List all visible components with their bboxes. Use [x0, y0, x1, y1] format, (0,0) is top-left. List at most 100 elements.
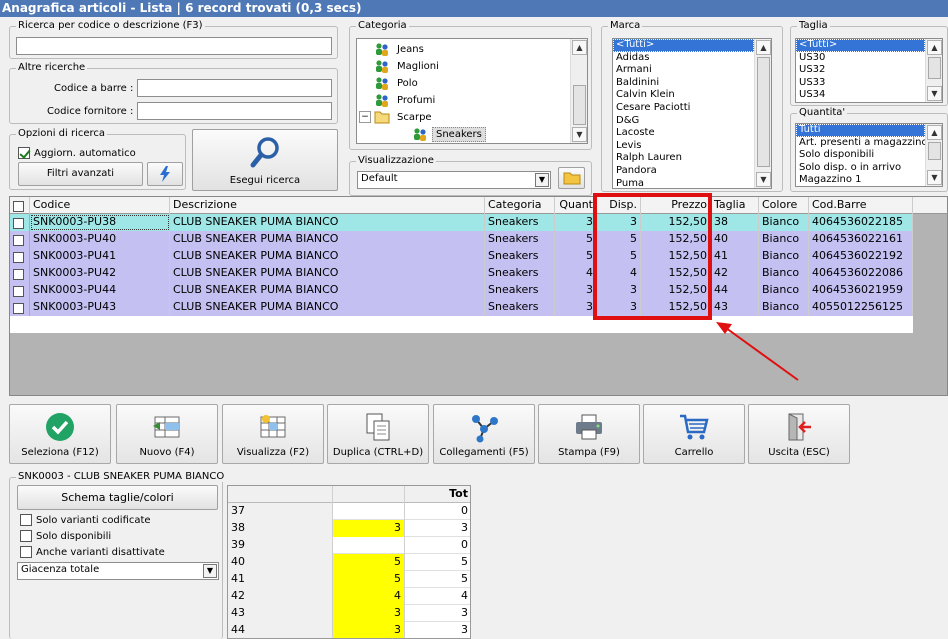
execute-search-button[interactable]: Esegui ricerca	[192, 129, 338, 191]
row-check-icon[interactable]	[13, 251, 24, 263]
list-item[interactable]: Armani	[613, 64, 754, 77]
size-qty-cell[interactable]: 3	[333, 605, 405, 622]
list-item[interactable]: Adidas	[613, 52, 754, 65]
row-checkbox[interactable]	[10, 248, 30, 265]
size-row[interactable]: 42 4 4	[228, 588, 470, 605]
scroll-down-arrow-icon[interactable]: ▼	[756, 172, 771, 187]
chevron-down-icon[interactable]: ▼	[203, 564, 217, 578]
only-available-check-icon[interactable]	[20, 530, 32, 542]
select-all-checkbox[interactable]	[10, 197, 30, 214]
quantity-scrollbar[interactable]: ▲ ▼	[925, 124, 942, 186]
tree-item[interactable]: Sneakers	[397, 126, 486, 142]
articles-grid[interactable]: Codice Descrizione Categoria Quant Disp. Prez…	[9, 196, 948, 396]
scroll-up-arrow-icon[interactable]: ▲	[756, 40, 771, 55]
row-checkbox[interactable]	[10, 231, 30, 248]
tree-item[interactable]: Jeans	[359, 41, 427, 57]
tree-item[interactable]: − Scarpe	[359, 109, 435, 125]
column-header[interactable]: Codice	[30, 197, 170, 214]
collegamenti-button[interactable]: Collegamenti (F5)	[433, 404, 535, 464]
nuovo-button[interactable]: Nuovo (F4)	[116, 404, 218, 464]
tree-item[interactable]: Polo	[359, 75, 421, 91]
column-header[interactable]: Cod.Barre	[809, 197, 913, 214]
list-item[interactable]: US33	[796, 77, 925, 90]
scroll-thumb[interactable]	[928, 57, 941, 79]
list-item[interactable]: Magazzino 1	[796, 174, 925, 186]
scroll-down-arrow-icon[interactable]: ▼	[572, 127, 587, 142]
list-item[interactable]: US32	[796, 64, 925, 77]
only-available-checkbox[interactable]: Solo disponibili	[20, 530, 111, 542]
open-folder-button[interactable]	[558, 167, 585, 189]
list-item[interactable]: Solo disponibili	[796, 149, 925, 162]
tree-item[interactable]: Profumi	[359, 92, 438, 108]
list-item[interactable]: Cesare Paciotti	[613, 102, 754, 115]
quantity-list[interactable]: Tutti Art. presenti a magazzino Solo dispo…	[795, 123, 943, 187]
table-row[interactable]: SNK0003-PU38 CLUB SNEAKER PUMA BIANCO Snea…	[10, 214, 913, 231]
list-item[interactable]: Pandora	[613, 165, 754, 178]
scroll-down-arrow-icon[interactable]: ▼	[927, 170, 942, 185]
size-row[interactable]: 37 0	[228, 503, 470, 520]
brand-scrollbar[interactable]: ▲ ▼	[754, 39, 771, 188]
scroll-up-arrow-icon[interactable]: ▲	[927, 125, 942, 140]
column-header[interactable]: Quant	[555, 197, 597, 214]
row-check-icon[interactable]	[13, 234, 24, 246]
list-item[interactable]: Calvin Klein	[613, 89, 754, 102]
size-stock-grid[interactable]: Tot 37 0 38 3 3 39 0 40 5 5 41 5 5 42 4 4 43 3 3 44 3 3	[227, 485, 471, 639]
size-row[interactable]: 39 0	[228, 537, 470, 554]
list-item[interactable]: Solo disp. o in arrivo	[796, 162, 925, 175]
table-row[interactable]: SNK0003-PU42 CLUB SNEAKER PUMA BIANCO Snea…	[10, 265, 913, 282]
list-item[interactable]: Tutti	[796, 124, 925, 137]
list-item[interactable]: Lacoste	[613, 127, 754, 140]
lightning-button[interactable]	[147, 162, 183, 186]
scroll-thumb[interactable]	[573, 85, 586, 125]
only-coded-checkbox[interactable]: Solo varianti codificate	[20, 514, 151, 526]
auto-update-checkbox[interactable]: Aggiorn. automatico	[18, 147, 136, 159]
list-item[interactable]: Puma	[613, 178, 754, 188]
table-row[interactable]: SNK0003-PU44 CLUB SNEAKER PUMA BIANCO Snea…	[10, 282, 913, 299]
only-coded-check-icon[interactable]	[20, 514, 32, 526]
list-item[interactable]: US30	[796, 52, 925, 65]
size-scrollbar[interactable]: ▲ ▼	[925, 39, 942, 102]
list-item[interactable]: US34	[796, 89, 925, 102]
row-check-icon[interactable]	[13, 217, 24, 229]
column-header[interactable]: Categoria	[485, 197, 555, 214]
brand-list[interactable]: <Tutti> Adidas Armani Baldinini Calvin Klein…	[612, 38, 772, 189]
list-item[interactable]: Ralph Lauren	[613, 152, 754, 165]
row-checkbox[interactable]	[10, 299, 30, 316]
scroll-up-arrow-icon[interactable]: ▲	[927, 40, 942, 55]
row-checkbox[interactable]	[10, 282, 30, 299]
chevron-down-icon[interactable]: ▼	[535, 173, 549, 187]
view-select[interactable]: Default ▼	[357, 171, 551, 189]
size-qty-cell[interactable]	[333, 537, 405, 554]
list-item[interactable]: Art. presenti a magazzino	[796, 137, 925, 150]
row-checkbox[interactable]	[10, 214, 30, 231]
seleziona-button[interactable]: Seleziona (F12)	[9, 404, 111, 464]
collapse-icon[interactable]: −	[359, 111, 371, 123]
category-scrollbar[interactable]: ▲ ▼	[570, 39, 587, 143]
size-qty-cell[interactable]: 3	[333, 622, 405, 638]
size-qty-cell[interactable]: 5	[333, 554, 405, 571]
visualizza-button[interactable]: Visualizza (F2)	[222, 404, 324, 464]
category-tree[interactable]: ▲ ▼ Jeans Maglioni Polo Profumi − Scarpe Sneak…	[356, 38, 588, 144]
size-qty-cell[interactable]: 4	[333, 588, 405, 605]
size-qty-cell[interactable]: 5	[333, 571, 405, 588]
row-check-icon[interactable]	[13, 285, 24, 297]
size-row[interactable]: 44 3 3	[228, 622, 470, 638]
row-checkbox[interactable]	[10, 265, 30, 282]
list-item[interactable]: Baldinini	[613, 77, 754, 90]
table-row[interactable]: SNK0003-PU41 CLUB SNEAKER PUMA BIANCO Snea…	[10, 248, 913, 265]
scroll-down-arrow-icon[interactable]: ▼	[927, 86, 942, 101]
stock-type-select[interactable]: Giacenza totale ▼	[17, 562, 219, 580]
tree-item[interactable]: Maglioni	[359, 58, 442, 74]
disabled-variants-check-icon[interactable]	[20, 546, 32, 558]
column-header[interactable]: Taglia	[711, 197, 759, 214]
row-check-icon[interactable]	[13, 302, 24, 314]
size-list[interactable]: <Tutti> US30 US32 US33 US34 ▲ ▼	[795, 38, 943, 103]
row-check-icon[interactable]	[13, 268, 24, 280]
select-all-check-icon[interactable]	[13, 200, 24, 212]
size-row[interactable]: 40 5 5	[228, 554, 470, 571]
column-header[interactable]: Descrizione	[170, 197, 485, 214]
advanced-filters-button[interactable]: Filtri avanzati	[18, 162, 143, 186]
carrello-button[interactable]: Carrello	[643, 404, 745, 464]
size-qty-cell[interactable]	[333, 503, 405, 520]
size-qty-cell[interactable]: 3	[333, 520, 405, 537]
